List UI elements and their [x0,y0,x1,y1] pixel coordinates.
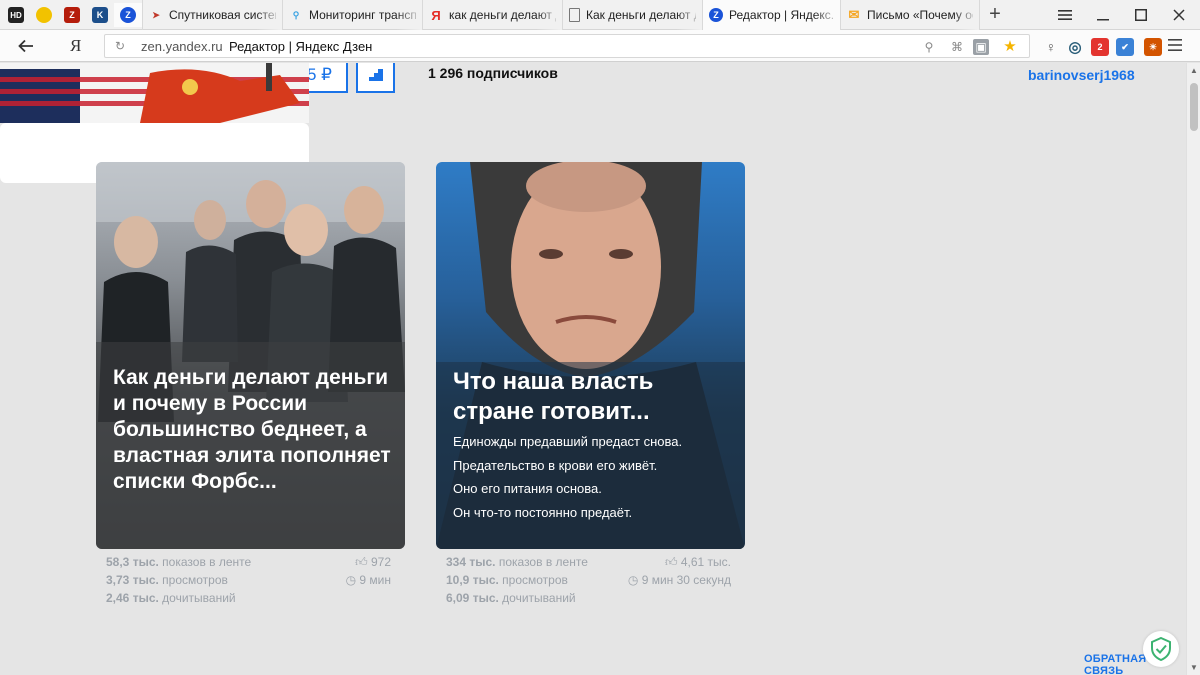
bookmark-star-icon[interactable]: ★ [1002,39,1018,55]
reload-icon[interactable]: ↻ [115,39,125,53]
close-icon [1173,9,1185,21]
reads-count: 2,46 тыс. [106,591,159,605]
back-button[interactable] [14,35,38,57]
read-time: 9 мин [359,573,391,587]
card-title: Что наша власть стране готовит... [453,368,654,425]
clock-icon: ◷ [627,573,639,587]
browser-menu-button[interactable] [1168,36,1182,56]
excerpt-line: Оно его питания основа. [453,481,602,496]
document-icon [569,8,580,22]
pinned-tab-z[interactable]: Z [58,3,86,27]
like-icon: 👍︎ [355,555,368,569]
maximize-icon [1135,9,1147,21]
views-count: 3,73 тыс. [106,573,159,587]
bar-chart-icon [369,69,383,81]
back-arrow-icon [18,39,33,53]
card-stats: 58,3 тыс. показов в ленте 3,73 тыс. прос… [96,555,405,615]
yandex-y-icon: Я [431,7,441,23]
shows-label: показов в ленте [162,555,252,569]
zen-icon: Z [120,7,136,23]
map-pin-icon: ⚲ [292,9,300,20]
yandex-logo[interactable]: Я [70,35,81,57]
vk-music-icon[interactable]: 2 [1091,38,1109,56]
scroll-down-arrow-icon[interactable]: ▼ [1190,663,1198,672]
protect-shield-button[interactable] [1143,631,1179,667]
reads-label: дочитываний [162,591,236,605]
menu-icon [1168,39,1182,51]
scroll-thumb[interactable] [1190,83,1198,131]
excerpt-line: Единожды предавший предаст снова. [453,434,683,449]
weather-icon[interactable]: ☀ [1144,38,1162,56]
tab-article[interactable]: Как деньги делают д [562,0,702,30]
hd-video-icon: HD [8,7,24,23]
excerpt-line: Он что-то постоянно предаёт. [453,504,633,520]
card-stats: 334 тыс. показов в ленте 10,9 тыс. просм… [436,555,745,615]
clock-icon: ◷ [345,573,357,587]
publication-card[interactable]: Что наша власть стране готовит... Единож… [436,162,745,549]
hamburger-icon [1058,10,1072,20]
browser-tab-strip: HD Z K Z ➤ Спутниковая систем ⚲ Монитори… [0,0,1200,30]
z-fire-icon: Z [64,7,80,23]
shows-count: 334 тыс. [446,555,496,569]
read-time: 9 мин 30 секунд [641,573,731,587]
minimize-button[interactable] [1084,0,1122,30]
subscribers-count: 1 296 подписчиков [428,65,558,81]
reads-count: 6,09 тыс. [446,591,499,605]
tab-menu-button[interactable] [1046,0,1084,30]
card-title: Как деньги делают деньги и почему в Росс… [113,366,391,493]
cloud-download-icon[interactable]: ♀ [1042,38,1060,56]
zen-icon: Z [709,8,723,22]
minimize-icon [1097,19,1109,21]
views-label: просмотров [502,573,568,587]
shield-check-icon [1151,637,1171,661]
mail-icon: ✉ [848,7,860,22]
pinned-tab-hd[interactable]: HD [2,3,30,27]
shows-count: 58,3 тыс. [106,555,159,569]
likes-count: 972 [370,555,391,569]
page-scrollbar[interactable]: ▲ ▼ [1186,63,1200,675]
tab-zen-editor[interactable]: Z Редактор | Яндекс.Д [702,0,840,30]
statistics-button[interactable] [356,63,395,93]
pinned-tab-zen[interactable]: Z [114,3,142,27]
shield-check-icon[interactable]: ✔ [1116,38,1134,56]
views-label: просмотров [162,573,228,587]
excerpt-line: Предательство в крови его живёт. [453,457,658,473]
lock-icon[interactable]: ▣ [973,39,989,55]
maximize-button[interactable] [1122,0,1160,30]
zoom-icon[interactable]: ⚲ [921,39,937,55]
url-page-title: Редактор | Яндекс Дзен [229,39,373,54]
card-excerpt: Единожды предавший предаст снова. Предат… [453,430,738,524]
scroll-up-arrow-icon[interactable]: ▲ [1190,66,1198,75]
url-domain: zen.yandex.ru [141,39,223,54]
close-button[interactable] [1160,0,1198,30]
vpn-circle-icon[interactable]: ◎ [1066,38,1084,56]
profile-username[interactable]: barinovserj1968 [1028,67,1135,83]
tab-satellite[interactable]: ➤ Спутниковая систем [142,0,282,30]
shows-label: показов в ленте [498,555,588,569]
yellow-extension-icon [36,7,52,23]
reads-label: дочитываний [502,591,576,605]
pinned-tab-shield[interactable]: K [86,3,114,27]
shield-k-icon: K [92,7,108,23]
translate-icon[interactable]: ⌘ [949,39,965,55]
url-field[interactable]: ↻ zen.yandex.ru Редактор | Яндекс Дзен ⚲… [104,34,1030,58]
tab-monitoring[interactable]: ⚲ Мониторинг трансп [282,0,422,30]
likes-count: 4,61 тыс. [680,555,731,569]
like-icon: 👍︎ [664,555,678,569]
views-count: 10,9 тыс. [446,573,499,587]
pinned-tab-yellow[interactable] [30,3,58,27]
tab-mail[interactable]: ✉ Письмо «Почему ос [840,0,980,30]
new-tab-button[interactable]: + [984,4,1006,26]
satellite-arrow-icon: ➤ [152,9,160,20]
zen-editor-page: + 215 ₽ 1 296 подписчиков barinovserj196… [0,63,1186,675]
address-bar-row: Я ↻ zen.yandex.ru Редактор | Яндекс Дзен… [0,30,1200,62]
publication-card[interactable]: Как деньги делают деньги и почему в Росс… [96,162,405,549]
tab-yandex-search[interactable]: Я как деньги делают д [422,0,562,30]
